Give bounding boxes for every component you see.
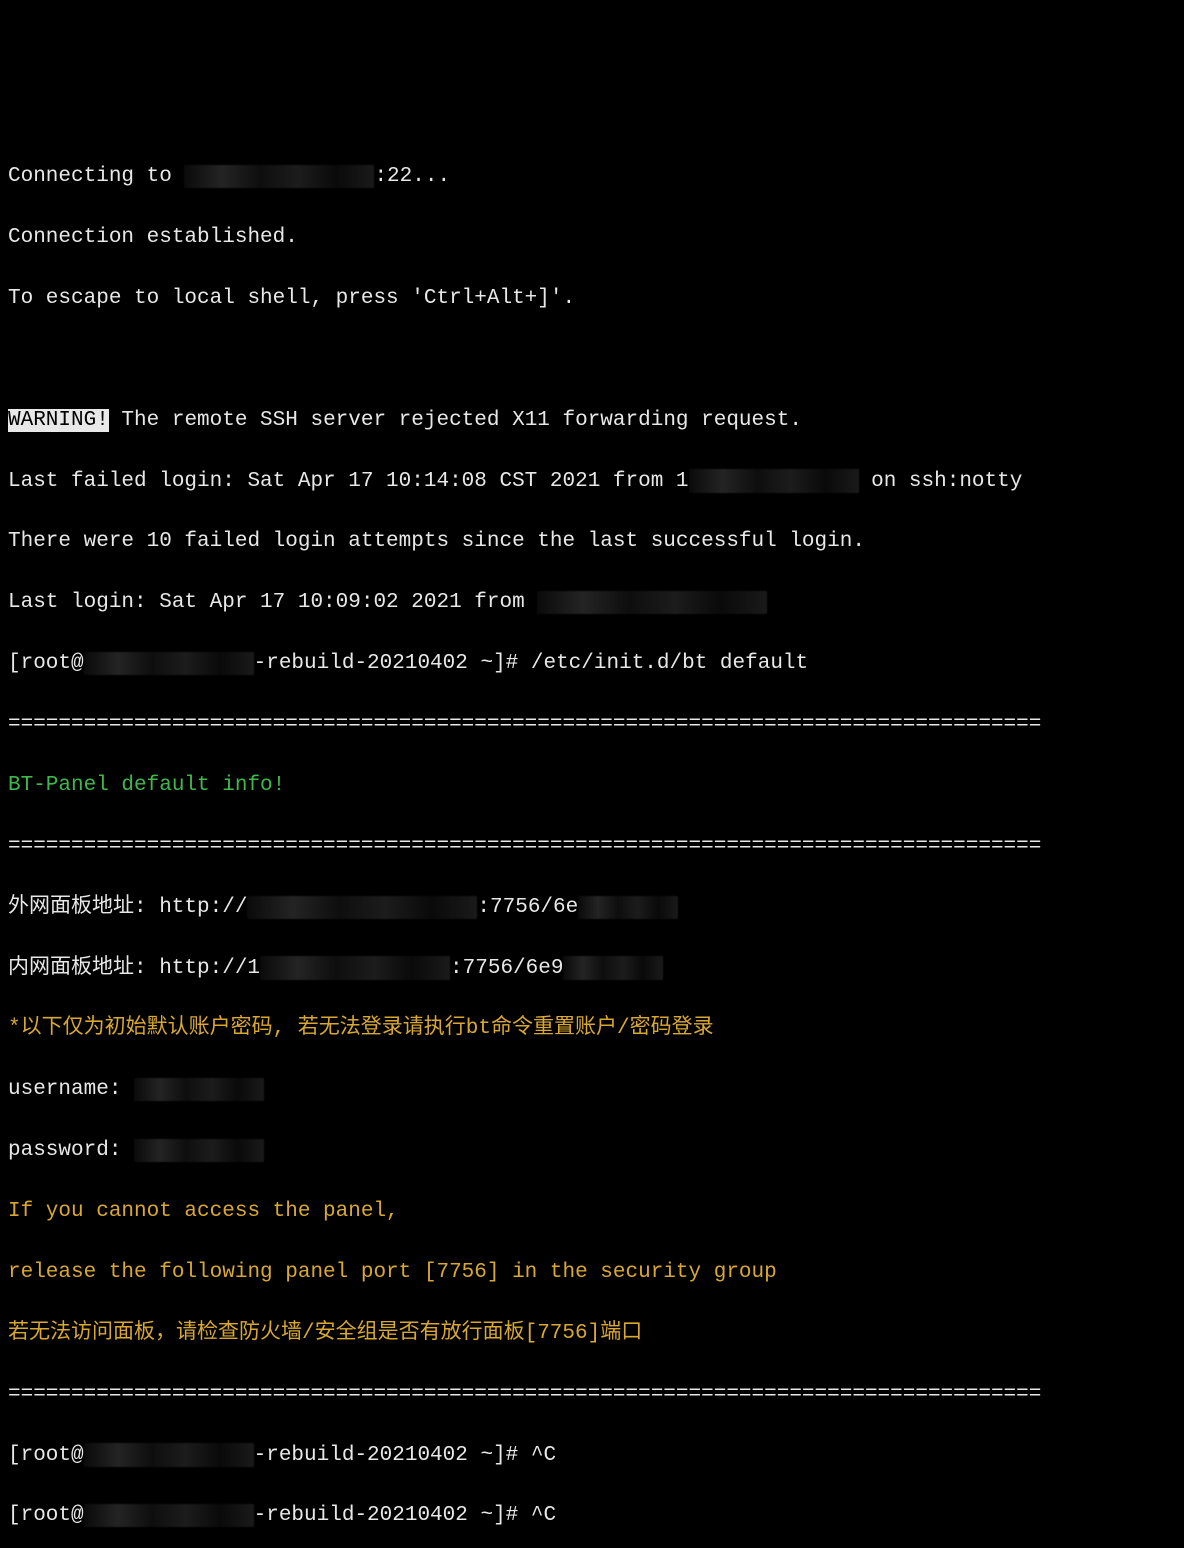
- prompt-line-1: [root@-rebuild-20210402 ~]# /etc/init.d/…: [8, 649, 1176, 679]
- redacted-password: [134, 1139, 264, 1162]
- internal-panel-url: 内网面板地址: http://1:7756/6e9: [8, 954, 1176, 984]
- prompt-line-2: [root@-rebuild-20210402 ~]# ^C: [8, 1441, 1176, 1471]
- redacted-ip: [184, 165, 374, 188]
- command-text: /etc/init.d/bt default: [531, 652, 808, 675]
- escape-hint: To escape to local shell, press 'Ctrl+Al…: [8, 284, 1176, 314]
- init-credentials-note: *以下仅为初始默认账户密码, 若无法登录请执行bt命令重置账户/密码登录: [8, 1014, 1176, 1044]
- divider: ========================================…: [8, 710, 1176, 740]
- prompt-line-3: [root@-rebuild-20210402 ~]# ^C: [8, 1501, 1176, 1531]
- redacted-ip: [260, 956, 450, 979]
- ctrl-c: ^C: [531, 1444, 556, 1467]
- connection-established: Connection established.: [8, 223, 1176, 253]
- last-login: Last login: Sat Apr 17 10:09:02 2021 fro…: [8, 588, 1176, 618]
- redacted-username: [134, 1078, 264, 1101]
- bt-panel-title: BT-Panel default info!: [8, 771, 1176, 801]
- warning-line: WARNING! The remote SSH server rejected …: [8, 406, 1176, 436]
- access-hint-1: If you cannot access the panel,: [8, 1197, 1176, 1227]
- redacted-host: [84, 1443, 254, 1466]
- warning-badge: WARNING!: [8, 409, 109, 432]
- redacted-ip: [689, 469, 859, 492]
- redacted-ip: [247, 896, 477, 919]
- redacted-path: [578, 896, 678, 919]
- redacted-host: [84, 652, 254, 675]
- username-line: username:: [8, 1075, 1176, 1105]
- divider: ========================================…: [8, 1380, 1176, 1410]
- access-hint-3: 若无法访问面板，请检查防火墙/安全组是否有放行面板[7756]端口: [8, 1319, 1176, 1349]
- redacted-host: [84, 1504, 254, 1527]
- connecting-line: Connecting to :22...: [8, 162, 1176, 192]
- redacted-path: [563, 956, 663, 979]
- blank-line: [8, 345, 1176, 375]
- failed-attempts: There were 10 failed login attempts sinc…: [8, 527, 1176, 557]
- terminal-output[interactable]: Connecting to :22... Connection establis…: [8, 132, 1176, 1548]
- external-panel-url: 外网面板地址: http://:7756/6e: [8, 893, 1176, 923]
- divider: ========================================…: [8, 832, 1176, 862]
- access-hint-2: release the following panel port [7756] …: [8, 1258, 1176, 1288]
- password-line: password:: [8, 1136, 1176, 1166]
- ctrl-c: ^C: [531, 1504, 556, 1527]
- last-failed-login: Last failed login: Sat Apr 17 10:14:08 C…: [8, 467, 1176, 497]
- redacted-ip: [537, 591, 767, 614]
